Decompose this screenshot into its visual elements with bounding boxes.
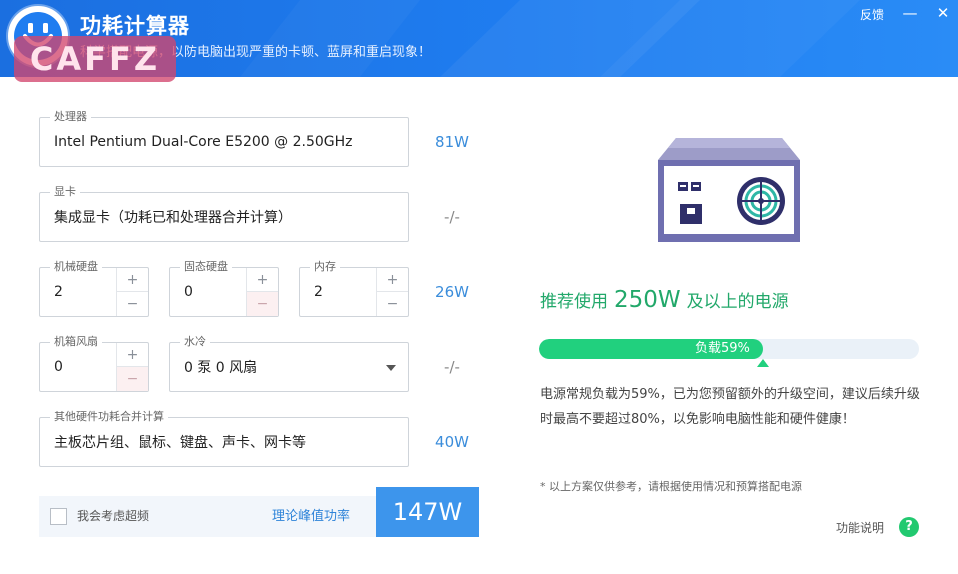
hdd-input[interactable]: 2: [54, 268, 63, 316]
recommend-prefix: 推荐使用: [540, 292, 608, 312]
fan-input[interactable]: 0: [54, 343, 63, 391]
ssd-stepper: 固态硬盘 0 + −: [169, 259, 279, 317]
ram-stepper: 内存 2 + −: [299, 259, 409, 317]
water-cooling-select[interactable]: 水冷 0 泵 0 风扇: [169, 334, 409, 392]
fan-stepper-controls: + −: [116, 343, 148, 391]
power-calculator-window: 功耗计算器 科学搭配电源，以防电脑出现严重的卡顿、蓝屏和重启现象！ 反馈 — ✕…: [0, 0, 958, 574]
load-marker: [757, 359, 769, 367]
ssd-input[interactable]: 0: [184, 268, 193, 316]
chevron-down-icon: [386, 365, 396, 371]
ram-stepper-controls: + −: [376, 268, 408, 316]
gpu-value: 集成显卡（功耗已和处理器合并计算）: [54, 210, 292, 226]
cpu-select[interactable]: 处理器 Intel Pentium Dual-Core E5200 @ 2.50…: [39, 109, 409, 167]
cpu-watt: 81W: [435, 133, 469, 151]
hdd-stepper: 机械硬盘 2 + −: [39, 259, 149, 317]
overclock-checkbox[interactable]: [50, 508, 67, 525]
hdd-increment-button[interactable]: +: [117, 268, 148, 292]
power-supply-icon: [658, 138, 800, 242]
fan-increment-button[interactable]: +: [117, 343, 148, 367]
watermark-logo: CAFFZ: [14, 36, 176, 82]
fan-decrement-button[interactable]: −: [117, 367, 148, 391]
gpu-watt: -/-: [444, 208, 460, 226]
load-description: 电源常规负载为59%，已为您预留额外的升级空间，建议后续升级时最高不要超过80%…: [540, 387, 920, 427]
fan-stepper: 机箱风扇 0 + −: [39, 334, 149, 392]
load-progress-label: 负载59%: [695, 341, 750, 356]
help-icon[interactable]: ?: [899, 517, 919, 537]
feedback-link[interactable]: 反馈: [860, 6, 884, 23]
ram-increment-button[interactable]: +: [377, 268, 408, 292]
other-hardware-field: 其他硬件功耗合并计算 主板芯片组、鼠标、键盘、声卡、网卡等: [39, 409, 409, 467]
peak-power-label: 理论峰值功率: [272, 509, 351, 524]
other-watt: 40W: [435, 433, 469, 451]
recommend-watt: 250W: [614, 287, 681, 313]
gpu-select[interactable]: 显卡 集成显卡（功耗已和处理器合并计算）: [39, 184, 409, 242]
storage-watt: 26W: [435, 283, 469, 301]
disclaimer-note: * 以上方案仅供参考，请根据使用情况和预算搭配电源: [540, 480, 802, 493]
hdd-decrement-button[interactable]: −: [117, 292, 148, 316]
overclock-label[interactable]: 我会考虑超频: [77, 496, 149, 537]
other-hardware-value: 主板芯片组、鼠标、键盘、声卡、网卡等: [54, 435, 306, 451]
minimize-button[interactable]: —: [900, 4, 920, 22]
cooling-watt: -/-: [444, 358, 460, 376]
ssd-stepper-controls: + −: [246, 268, 278, 316]
water-cooling-value: 0 泵 0 风扇: [184, 360, 258, 376]
load-progress-bar: 负载59%: [539, 339, 919, 359]
help-label[interactable]: 功能说明: [836, 519, 884, 536]
cpu-value: Intel Pentium Dual-Core E5200 @ 2.50GHz: [54, 134, 353, 150]
peak-power-bar: 我会考虑超频 理论峰值功率: [39, 496, 377, 537]
peak-power-value: 147W: [376, 487, 479, 537]
ram-decrement-button[interactable]: −: [377, 292, 408, 316]
ram-input[interactable]: 2: [314, 268, 323, 316]
ssd-decrement-button[interactable]: −: [247, 292, 278, 316]
recommend-suffix: 及以上的电源: [686, 292, 789, 312]
close-button[interactable]: ✕: [933, 4, 953, 22]
ssd-increment-button[interactable]: +: [247, 268, 278, 292]
recommendation-text: 推荐使用 250W 及以上的电源: [540, 287, 789, 313]
hdd-stepper-controls: + −: [116, 268, 148, 316]
